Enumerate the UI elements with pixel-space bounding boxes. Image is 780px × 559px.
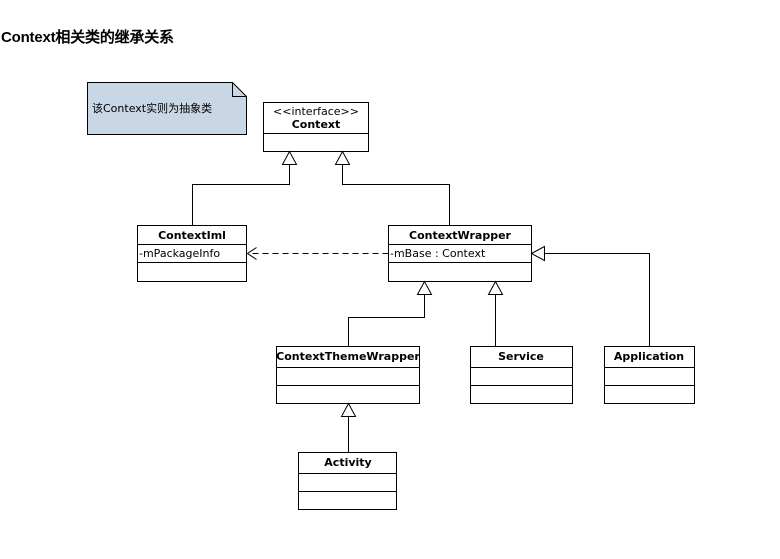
- edge-contextiml-to-context: [192, 150, 298, 226]
- class-name: ContextIml: [158, 229, 226, 242]
- generalization-line: [192, 164, 290, 226]
- generalization-arrowhead-icon: [281, 150, 298, 165]
- note: 该Context实则为抽象类: [87, 82, 247, 135]
- edge-contextwrapper-depends-contextiml: [246, 247, 389, 260]
- generalization-arrowhead-icon: [530, 245, 545, 262]
- class-service[interactable]: Service: [470, 346, 573, 404]
- class-contextiml[interactable]: ContextIml -mPackageInfo: [137, 225, 247, 282]
- edge-activity-to-contextthemewrapper: [340, 402, 357, 453]
- class-attribute: -mPackageInfo: [139, 247, 220, 260]
- edge-application-to-contextwrapper: [530, 245, 650, 347]
- generalization-line: [342, 164, 450, 226]
- generalization-arrowhead-icon: [340, 402, 357, 417]
- class-name: Application: [614, 350, 684, 363]
- edge-service-to-contextwrapper: [487, 280, 504, 347]
- generalization-line: [544, 253, 650, 347]
- class-name: Context: [292, 118, 341, 131]
- generalization-arrowhead-icon: [416, 280, 433, 295]
- class-contextwrapper[interactable]: ContextWrapper -mBase : Context: [388, 225, 532, 282]
- class-activity[interactable]: Activity: [298, 452, 397, 510]
- class-name: ContextWrapper: [409, 229, 512, 242]
- class-context[interactable]: <<interface>> Context: [263, 102, 369, 152]
- class-stereotype: <<interface>>: [273, 105, 359, 118]
- class-name: ContextThemeWrapper: [276, 350, 420, 363]
- generalization-line: [348, 294, 425, 347]
- generalization-arrowhead-icon: [487, 280, 504, 295]
- class-diagram: 该Context实则为抽象类 <<interface>> Context Con…: [87, 82, 695, 510]
- note-text: 该Context实则为抽象类: [92, 101, 212, 115]
- class-attribute: -mBase : Context: [390, 247, 486, 260]
- class-name: Service: [498, 350, 544, 363]
- edge-contextwrapper-to-context: [334, 150, 450, 226]
- class-application[interactable]: Application: [604, 346, 695, 404]
- class-contextthemewrapper[interactable]: ContextThemeWrapper: [276, 346, 420, 404]
- generalization-arrowhead-icon: [334, 150, 351, 165]
- class-name: Activity: [324, 456, 371, 469]
- edge-contextthemewrapper-to-contextwrapper: [348, 280, 433, 347]
